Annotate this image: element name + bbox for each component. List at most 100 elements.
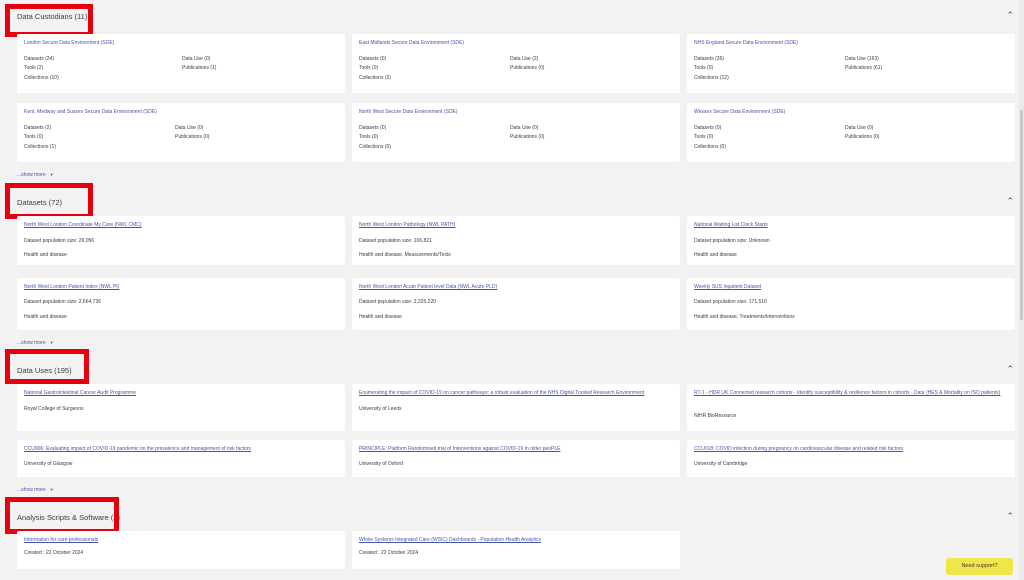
data-use-count: Data Use (0) bbox=[845, 125, 874, 131]
collections-count: Collections (1) bbox=[24, 144, 56, 150]
dataset-card[interactable]: Weekly SUS Inpatient Dataset Dataset pop… bbox=[687, 278, 1015, 330]
datasets-count: Datasets (0) bbox=[694, 125, 722, 131]
show-more-label: ...show more bbox=[17, 487, 46, 493]
scrollbar-thumb[interactable] bbox=[1020, 110, 1023, 320]
data-uses-section-header[interactable]: Data Uses (195) ⌃ bbox=[6, 356, 1016, 386]
data-uses-show-more-link[interactable]: ...show more ▼ bbox=[17, 487, 54, 493]
datasets-section-header[interactable]: Datasets (72) ⌃ bbox=[6, 188, 1016, 218]
data-use-name[interactable]: RT-1 - HDR UK Connected research cohorts… bbox=[694, 390, 1004, 397]
dataset-population: Dataset population size: 106,821 bbox=[359, 238, 432, 244]
chevron-up-icon[interactable]: ⌃ bbox=[1006, 10, 1014, 21]
data-use-card[interactable]: CCU006: Evaluating impact of COVID-19 pa… bbox=[17, 440, 345, 477]
custodians-section-header[interactable]: Data Custodians (11) ⌃ bbox=[6, 4, 1016, 34]
custodian-name[interactable]: Wessex Secure Data Environment (SDE) bbox=[694, 109, 785, 115]
data-use-name[interactable]: CCU006: Evaluating impact of COVID-19 pa… bbox=[24, 446, 251, 452]
page-scrollbar[interactable] bbox=[1019, 0, 1024, 580]
script-card[interactable]: Whole Systems Integrated Care (WSIC) Das… bbox=[352, 531, 680, 569]
dataset-population: Dataset population size: 171,510 bbox=[694, 299, 767, 305]
tools-count: Tools (0) bbox=[694, 65, 714, 71]
data-use-card[interactable]: National Gastrointestinal Cancer Audit P… bbox=[17, 384, 345, 431]
data-use-org: University of Cambridge bbox=[694, 461, 748, 467]
collections-count: Collections (12) bbox=[694, 75, 729, 81]
script-card[interactable]: Information for care professionals Creat… bbox=[17, 531, 345, 569]
custodian-card[interactable]: North West Secure Data Environment (SDE)… bbox=[352, 103, 680, 162]
custodian-card[interactable]: NHS England Secure Data Environment (SDE… bbox=[687, 34, 1015, 93]
script-name[interactable]: Whole Systems Integrated Care (WSIC) Das… bbox=[359, 537, 541, 543]
data-use-name[interactable]: CCU018: COVID infection during pregnancy… bbox=[694, 446, 903, 452]
collections-count: Collections (2) bbox=[359, 75, 391, 81]
datasets-show-more-link[interactable]: ...show more ▼ bbox=[17, 340, 54, 346]
data-use-org: University of Leeds bbox=[359, 406, 402, 412]
highlight-box bbox=[5, 4, 93, 37]
custodians-show-more-link[interactable]: ...show more ▼ bbox=[17, 172, 54, 178]
need-support-button[interactable]: Need support? bbox=[946, 558, 1013, 575]
publications-count: Publications (0) bbox=[175, 134, 210, 140]
publications-count: Publications (0) bbox=[510, 65, 545, 71]
dataset-population: Dataset population size: 29,056 bbox=[24, 238, 95, 244]
dataset-name[interactable]: North West London Acute Patient level Da… bbox=[359, 284, 497, 290]
tools-count: Tools (0) bbox=[359, 65, 379, 71]
highlight-box bbox=[5, 497, 119, 534]
script-created: Created : 22 October 2024 bbox=[359, 550, 419, 556]
custodian-name[interactable]: NHS England Secure Data Environment (SDE… bbox=[694, 40, 798, 46]
chevron-up-icon[interactable]: ⌃ bbox=[1006, 364, 1014, 375]
caret-down-icon: ▼ bbox=[49, 172, 54, 177]
data-use-count: Data Use (2) bbox=[510, 56, 539, 62]
custodian-name[interactable]: East Midlands Secure Data Environment (S… bbox=[359, 40, 464, 46]
dataset-name[interactable]: North West London Coordinate My Care (NW… bbox=[24, 222, 142, 228]
chevron-up-icon[interactable]: ⌃ bbox=[1006, 196, 1014, 207]
publications-count: Publications (1) bbox=[182, 65, 217, 71]
data-use-count: Data Use (0) bbox=[175, 125, 204, 131]
caret-down-icon: ▼ bbox=[49, 487, 54, 492]
data-use-card[interactable]: RT-1 - HDR UK Connected research cohorts… bbox=[687, 384, 1015, 431]
show-more-label: ...show more bbox=[17, 340, 46, 346]
chevron-up-icon[interactable]: ⌃ bbox=[1006, 511, 1014, 522]
dataset-name[interactable]: North West London Pathology (NWL PATH) bbox=[359, 222, 455, 228]
data-use-card[interactable]: Enumerating the impact of COVID-19 on ca… bbox=[352, 384, 680, 431]
scripts-section-header[interactable]: Analysis Scripts & Software (2) ⌃ bbox=[6, 503, 1016, 533]
caret-down-icon: ▼ bbox=[49, 340, 54, 345]
dataset-population: Dataset population size: Unknown bbox=[694, 238, 770, 244]
dataset-card[interactable]: National Waiting List Clock Starts Datas… bbox=[687, 216, 1015, 265]
collections-count: Collections (10) bbox=[24, 75, 59, 81]
dataset-category: Health and disease, Treatments/Intervent… bbox=[694, 314, 795, 320]
dataset-name[interactable]: National Waiting List Clock Starts bbox=[694, 222, 768, 228]
script-name[interactable]: Information for care professionals bbox=[24, 537, 98, 543]
custodian-name[interactable]: London Secure Data Environment (SDE) bbox=[24, 40, 114, 46]
custodian-name[interactable]: Kent, Medway and Sussex Secure Data Envi… bbox=[24, 109, 157, 115]
custodian-name[interactable]: North West Secure Data Environment (SDE) bbox=[359, 109, 458, 115]
highlight-box bbox=[5, 349, 89, 384]
datasets-count: Datasets (2) bbox=[24, 125, 52, 131]
custodian-card[interactable]: East Midlands Secure Data Environment (S… bbox=[352, 34, 680, 93]
dataset-name[interactable]: North West London Patient Index (NWL PI) bbox=[24, 284, 119, 290]
tools-count: Tools (0) bbox=[359, 134, 379, 140]
data-use-card[interactable]: CCU018: COVID infection during pregnancy… bbox=[687, 440, 1015, 477]
data-use-name[interactable]: National Gastrointestinal Cancer Audit P… bbox=[24, 390, 136, 396]
data-use-name[interactable]: Enumerating the impact of COVID-19 on ca… bbox=[359, 390, 644, 396]
show-more-label: ...show more bbox=[17, 172, 46, 178]
dataset-card[interactable]: North West London Coordinate My Care (NW… bbox=[17, 216, 345, 265]
custodian-card[interactable]: London Secure Data Environment (SDE) Dat… bbox=[17, 34, 345, 93]
data-use-org: University of Oxford bbox=[359, 461, 403, 467]
dataset-population: Dataset population size: 2,664,736 bbox=[24, 299, 101, 305]
dataset-name[interactable]: Weekly SUS Inpatient Dataset bbox=[694, 284, 761, 290]
data-use-count: Data Use (0) bbox=[510, 125, 539, 131]
datasets-count: Datasets (24) bbox=[24, 56, 55, 62]
script-created: Created : 22 October 2024 bbox=[24, 550, 84, 556]
publications-count: Publications (61) bbox=[845, 65, 883, 71]
publications-count: Publications (0) bbox=[510, 134, 545, 140]
data-use-org: NIHR BioResource bbox=[694, 413, 737, 419]
collections-count: Collections (0) bbox=[359, 144, 391, 150]
dataset-card[interactable]: North West London Patient Index (NWL PI)… bbox=[17, 278, 345, 330]
dataset-card[interactable]: North West London Acute Patient level Da… bbox=[352, 278, 680, 330]
collections-count: Collections (0) bbox=[694, 144, 726, 150]
data-use-name[interactable]: PRINCIPLE: Platform Randomised trial of … bbox=[359, 446, 560, 452]
dataset-category: Health and disease bbox=[694, 252, 737, 258]
tools-count: Tools (0) bbox=[694, 134, 714, 140]
data-use-card[interactable]: PRINCIPLE: Platform Randomised trial of … bbox=[352, 440, 680, 477]
custodian-card[interactable]: Wessex Secure Data Environment (SDE) Dat… bbox=[687, 103, 1015, 162]
custodian-card[interactable]: Kent, Medway and Sussex Secure Data Envi… bbox=[17, 103, 345, 162]
dataset-card[interactable]: North West London Pathology (NWL PATH) D… bbox=[352, 216, 680, 265]
datasets-count: Datasets (0) bbox=[359, 56, 387, 62]
tools-count: Tools (2) bbox=[24, 65, 44, 71]
